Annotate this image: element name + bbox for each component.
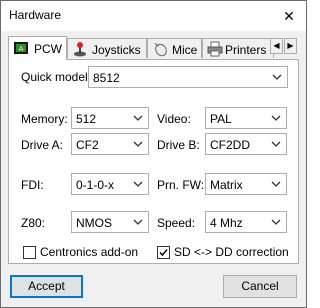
tab-mice-label: Mice: [172, 43, 198, 57]
quick-model-label: Quick model:: [21, 70, 92, 84]
drive-b-select[interactable]: CF2DD: [205, 133, 287, 155]
prn-fw-select[interactable]: Matrix: [205, 173, 287, 195]
close-button[interactable]: ✕: [278, 6, 300, 26]
video-value: PAL: [210, 112, 232, 126]
video-select[interactable]: PAL: [205, 107, 287, 129]
accept-button[interactable]: Accept: [10, 275, 83, 298]
z80-select[interactable]: NMOS: [71, 211, 149, 233]
title-bar: Hardware ✕: [1, 1, 306, 31]
tab-scroll-right-button[interactable]: ▶: [284, 38, 297, 54]
drive-b-value: CF2DD: [210, 138, 251, 152]
tab-strip: A PCW Joysticks Mice Printers: [8, 36, 298, 60]
centronics-checkbox[interactable]: [23, 246, 36, 259]
chevron-down-icon: [271, 181, 281, 187]
quick-model-value: 8512: [93, 71, 120, 85]
prn-fw-value: Matrix: [210, 178, 243, 192]
drive-a-select[interactable]: CF2: [71, 133, 149, 155]
drive-b-label: Drive B:: [157, 138, 200, 152]
tab-printers-label: Printers: [225, 43, 267, 57]
sd-dd-correction-checkbox[interactable]: [157, 246, 170, 259]
mouse-icon: [154, 42, 167, 57]
fdi-value: 0-1-0-x: [76, 178, 115, 192]
svg-text:A: A: [19, 45, 24, 53]
chevron-down-icon: [133, 219, 143, 225]
hardware-dialog: Hardware ✕ A PCW Joysticks Mice Printers…: [0, 0, 307, 308]
fdi-label: FDI:: [21, 178, 44, 192]
chevron-down-icon: [133, 141, 143, 147]
drive-a-value: CF2: [76, 138, 99, 152]
speed-label: Speed:: [157, 216, 196, 230]
tab-joysticks-label: Joysticks: [92, 43, 141, 57]
fdi-select[interactable]: 0-1-0-x: [71, 173, 149, 195]
tab-joysticks[interactable]: Joysticks: [67, 38, 147, 58]
chevron-down-icon: [271, 115, 281, 121]
z80-label: Z80:: [21, 216, 46, 230]
checkmark-icon: [159, 249, 168, 257]
tab-printers[interactable]: Printers: [202, 38, 274, 58]
chevron-down-icon: [271, 141, 281, 147]
tab-panel-pcw: Quick model: 8512 Memory: 512 Video: PAL…: [8, 59, 299, 264]
chevron-down-icon: [272, 74, 282, 80]
tab-scroll-left-button[interactable]: ◀: [270, 38, 283, 54]
chevron-down-icon: [133, 115, 143, 121]
window-title: Hardware: [9, 8, 62, 22]
sd-dd-correction-label: SD <-> DD correction: [174, 245, 289, 259]
joystick-icon: [74, 42, 86, 57]
tab-mice[interactable]: Mice: [147, 38, 202, 58]
prn-fw-label: Prn. FW:: [157, 178, 205, 192]
memory-label: Memory:: [21, 112, 68, 126]
speed-select[interactable]: 4 Mhz: [205, 211, 287, 233]
tab-pcw-label: PCW: [34, 42, 62, 56]
centronics-label: Centronics add-on: [40, 245, 139, 259]
z80-value: NMOS: [76, 216, 112, 230]
printer-icon: [207, 41, 223, 57]
speed-value: 4 Mhz: [210, 216, 243, 230]
memory-select[interactable]: 512: [71, 107, 149, 129]
pcw-chip-icon: A: [14, 42, 28, 54]
quick-model-select[interactable]: 8512: [88, 66, 288, 88]
chevron-down-icon: [271, 219, 281, 225]
chevron-down-icon: [133, 181, 143, 187]
drive-a-label: Drive A:: [21, 138, 64, 152]
memory-value: 512: [76, 112, 97, 126]
video-label: Video:: [157, 112, 191, 126]
cancel-button[interactable]: Cancel: [223, 275, 297, 298]
tab-pcw[interactable]: A PCW: [8, 36, 67, 60]
